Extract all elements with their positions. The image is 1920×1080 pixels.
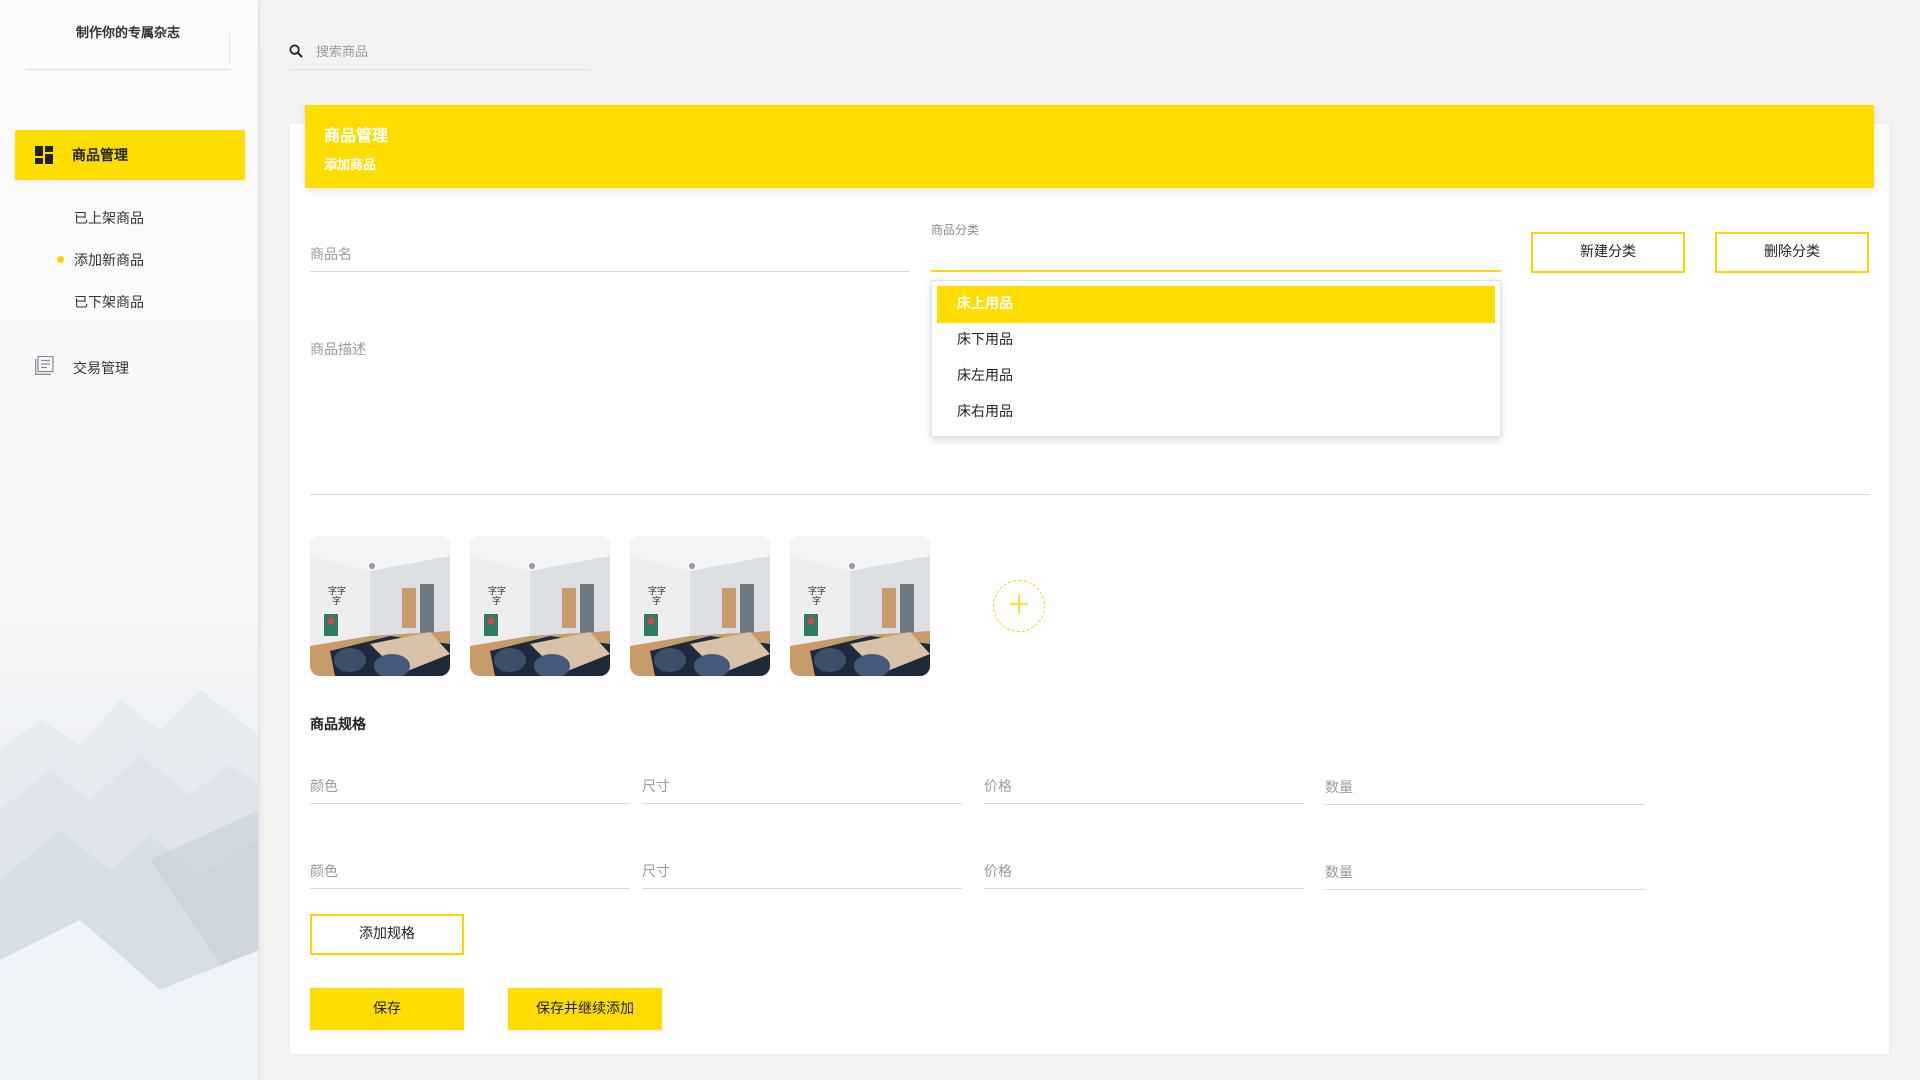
sidebar-item-goods-management[interactable]: 商品管理 bbox=[15, 130, 245, 180]
save-and-continue-button[interactable]: 保存并继续添加 bbox=[508, 988, 662, 1030]
sidebar-subitem-delisted-goods[interactable]: 已下架商品 bbox=[74, 292, 144, 312]
card-header: 商品管理 添加商品 bbox=[305, 105, 1874, 188]
search-bar bbox=[289, 36, 591, 70]
spec-price-input[interactable] bbox=[984, 864, 1304, 880]
svg-text:字: 字 bbox=[332, 595, 341, 607]
dropdown-option[interactable]: 床下用品 bbox=[937, 322, 1495, 359]
delete-category-button[interactable]: 删除分类 bbox=[1715, 232, 1869, 273]
sidebar-item-label: 商品管理 bbox=[72, 148, 128, 164]
spec-price-field bbox=[984, 853, 1304, 889]
spec-price-field bbox=[984, 768, 1304, 804]
svg-text:字字: 字字 bbox=[488, 585, 506, 597]
new-category-button[interactable]: 新建分类 bbox=[1531, 232, 1685, 273]
dropdown-option[interactable]: 床上用品 bbox=[937, 286, 1495, 323]
brand-title: 制作你的专属杂志 bbox=[26, 22, 230, 70]
product-name-field bbox=[310, 236, 910, 272]
sidebar-item-label: 交易管理 bbox=[73, 360, 129, 377]
spec-size-field bbox=[642, 768, 962, 804]
svg-text:字: 字 bbox=[652, 595, 661, 607]
save-button[interactable]: 保存 bbox=[310, 988, 464, 1030]
category-dropdown-menu: 床上用品 床下用品 床左用品 床右用品 bbox=[931, 280, 1501, 437]
spec-price-input[interactable] bbox=[984, 779, 1304, 795]
spec-quantity-input[interactable] bbox=[1325, 865, 1645, 881]
mountain-background-image bbox=[0, 690, 258, 1080]
spec-quantity-input[interactable] bbox=[1325, 780, 1645, 796]
spec-size-field bbox=[642, 853, 962, 889]
add-image-button[interactable] bbox=[993, 580, 1045, 632]
search-icon[interactable] bbox=[289, 43, 303, 62]
svg-text:字字: 字字 bbox=[648, 585, 666, 597]
dropdown-option[interactable]: 床左用品 bbox=[937, 358, 1495, 395]
section-divider bbox=[310, 494, 1870, 495]
product-image-thumbnail[interactable]: 字字 字 bbox=[310, 536, 450, 676]
sidebar-subitem-listed-goods[interactable]: 已上架商品 bbox=[74, 208, 144, 228]
product-name-input[interactable] bbox=[310, 247, 910, 263]
spec-color-input[interactable] bbox=[310, 864, 630, 880]
product-image-thumbnail[interactable]: 字字 字 bbox=[630, 536, 770, 676]
add-spec-button[interactable]: 添加规格 bbox=[310, 914, 464, 955]
dashboard-icon bbox=[35, 146, 53, 164]
product-image-thumbnail[interactable]: 字字 字 bbox=[470, 536, 610, 676]
spec-color-field bbox=[310, 853, 630, 889]
category-select-value[interactable] bbox=[931, 246, 1501, 262]
page-title: 商品管理 bbox=[324, 126, 389, 145]
active-indicator-dot bbox=[57, 256, 64, 263]
svg-text:字: 字 bbox=[812, 595, 821, 607]
spec-section-title: 商品规格 bbox=[310, 717, 366, 733]
document-list-icon bbox=[35, 355, 54, 379]
sidebar: 制作你的专属杂志 商品管理 已上架商品 添加新商品 已下架商品 交易管理 bbox=[0, 0, 259, 1080]
dropdown-option[interactable]: 床右用品 bbox=[937, 394, 1495, 431]
spec-size-input[interactable] bbox=[642, 864, 962, 880]
category-select[interactable] bbox=[931, 236, 1501, 272]
svg-text:字: 字 bbox=[492, 595, 501, 607]
spec-color-field bbox=[310, 768, 630, 804]
spec-color-input[interactable] bbox=[310, 779, 630, 795]
spec-quantity-field bbox=[1325, 854, 1645, 890]
search-input[interactable] bbox=[316, 45, 566, 60]
brand-text: 制作你的专属杂志 bbox=[75, 26, 180, 41]
sidebar-item-trade-management[interactable]: 交易管理 bbox=[35, 355, 129, 379]
page-subtitle: 添加商品 bbox=[324, 158, 377, 173]
spec-size-input[interactable] bbox=[642, 779, 962, 795]
product-image-thumbnail[interactable]: 字字 字 bbox=[790, 536, 930, 676]
sidebar-subitem-add-goods[interactable]: 添加新商品 bbox=[74, 250, 144, 270]
spec-quantity-field bbox=[1325, 769, 1645, 805]
plus-icon bbox=[1008, 593, 1030, 619]
svg-text:字字: 字字 bbox=[808, 585, 826, 597]
svg-text:字字: 字字 bbox=[328, 585, 346, 597]
